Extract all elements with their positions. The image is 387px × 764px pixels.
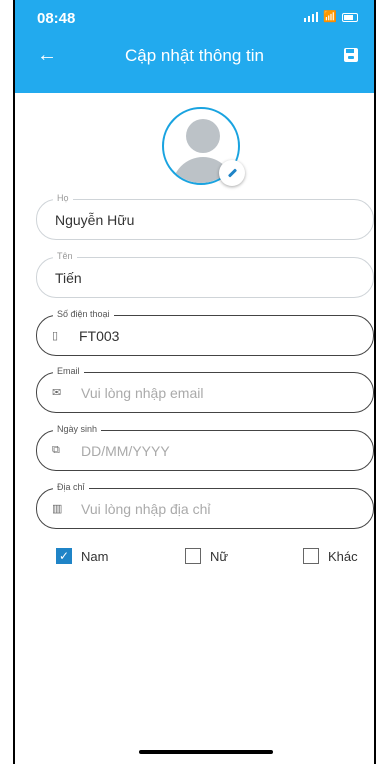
wifi-icon: 📶 xyxy=(323,11,337,23)
phone-field[interactable]: Số điện thoại ▯ FT003 xyxy=(36,309,374,356)
cake-icon: ⧉ xyxy=(52,444,60,456)
gender-label-nam: Nam xyxy=(81,548,109,564)
phone-label: Số điện thoại xyxy=(53,309,114,319)
save-icon[interactable] xyxy=(344,48,358,62)
ho-label: Họ xyxy=(53,193,73,203)
gender-option-nam[interactable]: ✓ Nam xyxy=(56,548,108,564)
edit-avatar-button[interactable] xyxy=(219,160,245,186)
checkbox-icon[interactable] xyxy=(185,548,201,564)
ho-value: Nguyễn Hữu xyxy=(55,212,135,228)
status-time: 08:48 xyxy=(37,10,76,27)
app-frame: 08:48 📶 ← Cập nhật thông tin Họ Nguyễn H… xyxy=(13,0,376,764)
gender-label-khac: Khác xyxy=(328,548,358,564)
home-indicator xyxy=(139,750,273,754)
checkbox-checked-icon[interactable]: ✓ xyxy=(56,548,72,564)
building-icon: ▥ xyxy=(52,503,63,515)
gender-option-nu[interactable]: Nữ xyxy=(185,548,228,564)
ten-value: Tiến xyxy=(55,270,82,286)
gender-label-nu: Nữ xyxy=(210,548,229,564)
page-title: Cập nhật thông tin xyxy=(125,46,264,65)
email-label: Email xyxy=(53,366,84,376)
edit-pencil-icon xyxy=(227,168,237,178)
birthday-field[interactable]: Ngày sinh ⧉ xyxy=(36,424,374,471)
birthday-label: Ngày sinh xyxy=(53,424,102,434)
battery-icon xyxy=(342,12,358,22)
ten-label: Tên xyxy=(53,251,77,261)
ho-field[interactable]: Họ Nguyễn Hữu xyxy=(36,193,374,240)
checkbox-icon[interactable] xyxy=(303,548,319,564)
phone-value: FT003 xyxy=(79,328,120,344)
phone-icon: ▯ xyxy=(52,330,59,342)
email-field[interactable]: Email ✉ xyxy=(36,366,374,413)
address-input[interactable] xyxy=(79,500,353,518)
status-icons: 📶 xyxy=(304,11,358,23)
birthday-input[interactable] xyxy=(79,442,353,460)
address-field[interactable]: Địa chỉ ▥ xyxy=(36,482,374,529)
avatar-head xyxy=(186,119,220,153)
ten-field[interactable]: Tên Tiến xyxy=(36,251,374,298)
mail-icon: ✉ xyxy=(52,387,62,399)
signal-icon xyxy=(304,12,319,22)
email-input[interactable] xyxy=(79,384,353,402)
gender-option-khac[interactable]: Khác xyxy=(303,548,358,564)
address-label: Địa chỉ xyxy=(53,482,89,492)
app-header: 08:48 📶 ← Cập nhật thông tin xyxy=(15,0,374,93)
